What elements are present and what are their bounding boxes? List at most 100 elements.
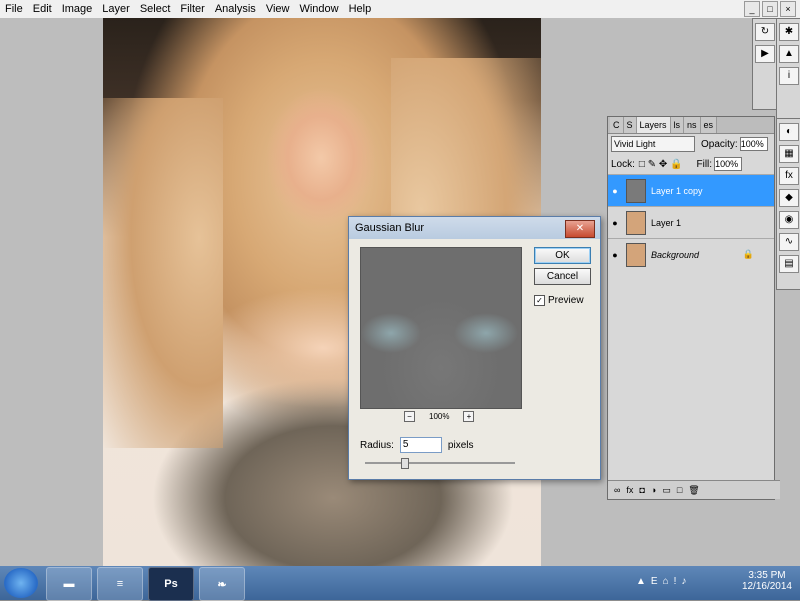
layer-thumbnail [626, 242, 646, 267]
taskbar: ▬ ≡ Ps ❧ ▲ E ⌂ ! ♪ 3:35 PM 12/16/2014 [0, 566, 800, 601]
layer-name: Layer 1 copy [651, 185, 703, 196]
zoom-controls: − 100% + [404, 411, 475, 422]
layer-name: Background [651, 249, 700, 260]
menu-bar: File Edit Image Layer Select Filter Anal… [0, 0, 800, 18]
delete-icon[interactable]: 🗑 [688, 485, 699, 496]
close-button[interactable]: × [780, 1, 796, 17]
panel-strip-adjustments: ◐ ▦ fx ◆ ◉ ∿ ▤ [776, 118, 800, 290]
radius-slider-handle[interactable] [401, 458, 409, 469]
tab-channels[interactable]: ls [670, 117, 685, 133]
channels-icon[interactable]: ◉ [779, 211, 799, 229]
paths-icon[interactable]: ∿ [779, 233, 799, 251]
menu-help[interactable]: Help [344, 0, 377, 18]
group-icon[interactable]: ▭ [662, 485, 671, 496]
tab-swatches[interactable]: S [623, 117, 637, 133]
eye-icon[interactable]: ● [608, 218, 622, 228]
menu-layer[interactable]: Layer [97, 0, 135, 18]
layer-row[interactable]: ● Layer 1 copy [608, 174, 774, 206]
zoom-out-icon[interactable]: − [404, 411, 415, 422]
opacity-input[interactable]: 100% [739, 137, 768, 151]
tab-color[interactable]: C [610, 117, 624, 133]
filter-preview[interactable] [360, 247, 522, 409]
lock-icon: 🔒 [742, 249, 754, 259]
minimize-button[interactable]: _ [744, 1, 760, 17]
fill-input[interactable]: 100% [714, 157, 743, 171]
gaussian-blur-dialog: Gaussian Blur ✕ − 100% + OK Cancel ✓ Pre… [348, 216, 601, 480]
layer-row[interactable]: ● Layer 1 [608, 206, 774, 238]
swatches-icon[interactable]: ▦ [779, 145, 799, 163]
blend-row: Vivid Light Opacity: 100% [608, 134, 774, 154]
mask-icon[interactable]: ◘ [639, 485, 644, 495]
menu-analysis[interactable]: Analysis [210, 0, 261, 18]
canvas-hair-left [103, 98, 223, 448]
fill-label: Fill: [696, 158, 713, 170]
clock[interactable]: 3:35 PM 12/16/2014 [742, 570, 792, 592]
navigator-icon[interactable]: ✱ [779, 23, 799, 41]
radius-slider[interactable] [365, 458, 515, 469]
layer-row[interactable]: ● Background 🔒 [608, 238, 774, 270]
stack-icon[interactable]: ≡ [97, 567, 143, 601]
system-tray: ▲ E ⌂ ! ♪ [636, 576, 686, 587]
zoom-level: 100% [429, 412, 450, 421]
menu-filter[interactable]: Filter [175, 0, 209, 18]
menu-view[interactable]: View [261, 0, 295, 18]
ok-button[interactable]: OK [534, 247, 591, 264]
menu-image[interactable]: Image [57, 0, 98, 18]
tray-app-icon[interactable]: E [651, 576, 658, 587]
history-icon[interactable]: ↻ [755, 23, 775, 41]
menu-select[interactable]: Select [135, 0, 176, 18]
eye-icon[interactable]: ● [608, 250, 622, 260]
layers-panel: C S Layers ls ns es Vivid Light Opacity:… [607, 116, 780, 500]
menu-file[interactable]: File [0, 0, 28, 18]
cancel-button[interactable]: Cancel [534, 268, 591, 285]
layers-panel-footer: ∞ fx ◘ ◑ ▭ □ 🗑 [608, 480, 780, 499]
preview-checkbox-row: ✓ Preview [534, 295, 584, 306]
preview-checkbox[interactable]: ✓ [534, 295, 545, 306]
radius-input[interactable]: 5 [399, 437, 442, 453]
panel-strip-history: ↻ ▶ [752, 18, 778, 110]
eye-icon[interactable]: ● [608, 186, 622, 196]
tab-styles[interactable]: es [700, 117, 718, 133]
layers-panel-tabs: C S Layers ls ns es [608, 117, 774, 134]
lock-label: Lock: [611, 158, 635, 170]
radius-label: Radius: [360, 439, 394, 451]
folder-icon[interactable]: ▬ [46, 567, 92, 601]
menu-edit[interactable]: Edit [28, 0, 57, 18]
menu-window[interactable]: Window [294, 0, 343, 18]
color-icon[interactable]: ◐ [779, 123, 799, 141]
tab-paths[interactable]: ns [684, 117, 701, 133]
actions-icon[interactable]: ▶ [755, 45, 775, 63]
layer-thumbnail [626, 210, 646, 235]
styles-icon[interactable]: fx [779, 167, 799, 185]
volume-icon[interactable]: ♪ [681, 576, 686, 587]
tray-arrow-icon[interactable]: ▲ [636, 576, 646, 587]
lock-row: Lock: □ ✎ ✥ 🔒 Fill: 100% [608, 154, 774, 174]
opacity-label: Opacity: [701, 138, 738, 150]
alert-icon[interactable]: ! [674, 576, 677, 587]
histogram-icon[interactable]: ▲ [779, 45, 799, 63]
adjustment-icon[interactable]: ◑ [651, 485, 656, 495]
window-controls: _ □ × [744, 1, 796, 17]
info-icon[interactable]: i [779, 67, 799, 85]
start-button[interactable] [4, 568, 38, 598]
lock-icons[interactable]: □ ✎ ✥ 🔒 [639, 159, 683, 170]
clock-date: 12/16/2014 [741, 581, 792, 592]
preview-label: Preview [548, 295, 584, 306]
layer-thumbnail [626, 178, 646, 203]
zoom-in-icon[interactable]: + [463, 411, 475, 422]
layer-name: Layer 1 [651, 217, 682, 228]
network-icon[interactable]: ⌂ [663, 576, 669, 587]
layers-icon[interactable]: ◆ [779, 189, 799, 207]
restore-button[interactable]: □ [762, 1, 778, 17]
link-icon[interactable]: ∞ [614, 485, 620, 495]
dialog-title: Gaussian Blur [349, 217, 600, 239]
leaf-icon[interactable]: ❧ [199, 567, 245, 601]
photoshop-taskbar-button[interactable]: Ps [148, 567, 194, 601]
blend-mode-select[interactable]: Vivid Light [611, 136, 695, 152]
new-layer-icon[interactable]: □ [677, 485, 682, 495]
panel-strip-navigator: ✱ ▲ i [776, 18, 800, 120]
fx-icon[interactable]: fx [626, 485, 633, 495]
masks-icon[interactable]: ▤ [779, 255, 799, 273]
tab-layers[interactable]: Layers [636, 117, 671, 133]
close-icon[interactable]: ✕ [565, 220, 595, 238]
